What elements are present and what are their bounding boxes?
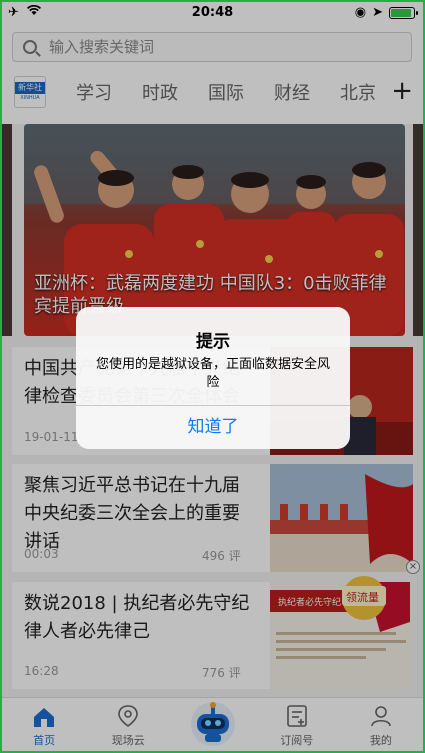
alert-message: 您使用的是越狱设备，正面临数据安全风险 [95, 357, 330, 390]
alert-title: 提示 [196, 332, 230, 352]
jailbreak-alert-dialog: 提示 您使用的是越狱设备，正面临数据安全风险 知道了 [76, 307, 350, 449]
alert-ok-button[interactable]: 知道了 [76, 406, 350, 449]
app-screen: ✈ ︎ 20:48 ◉ ➤ 新华社 XINHUA 学习 时政 国际 财经 北京 … [2, 2, 423, 751]
